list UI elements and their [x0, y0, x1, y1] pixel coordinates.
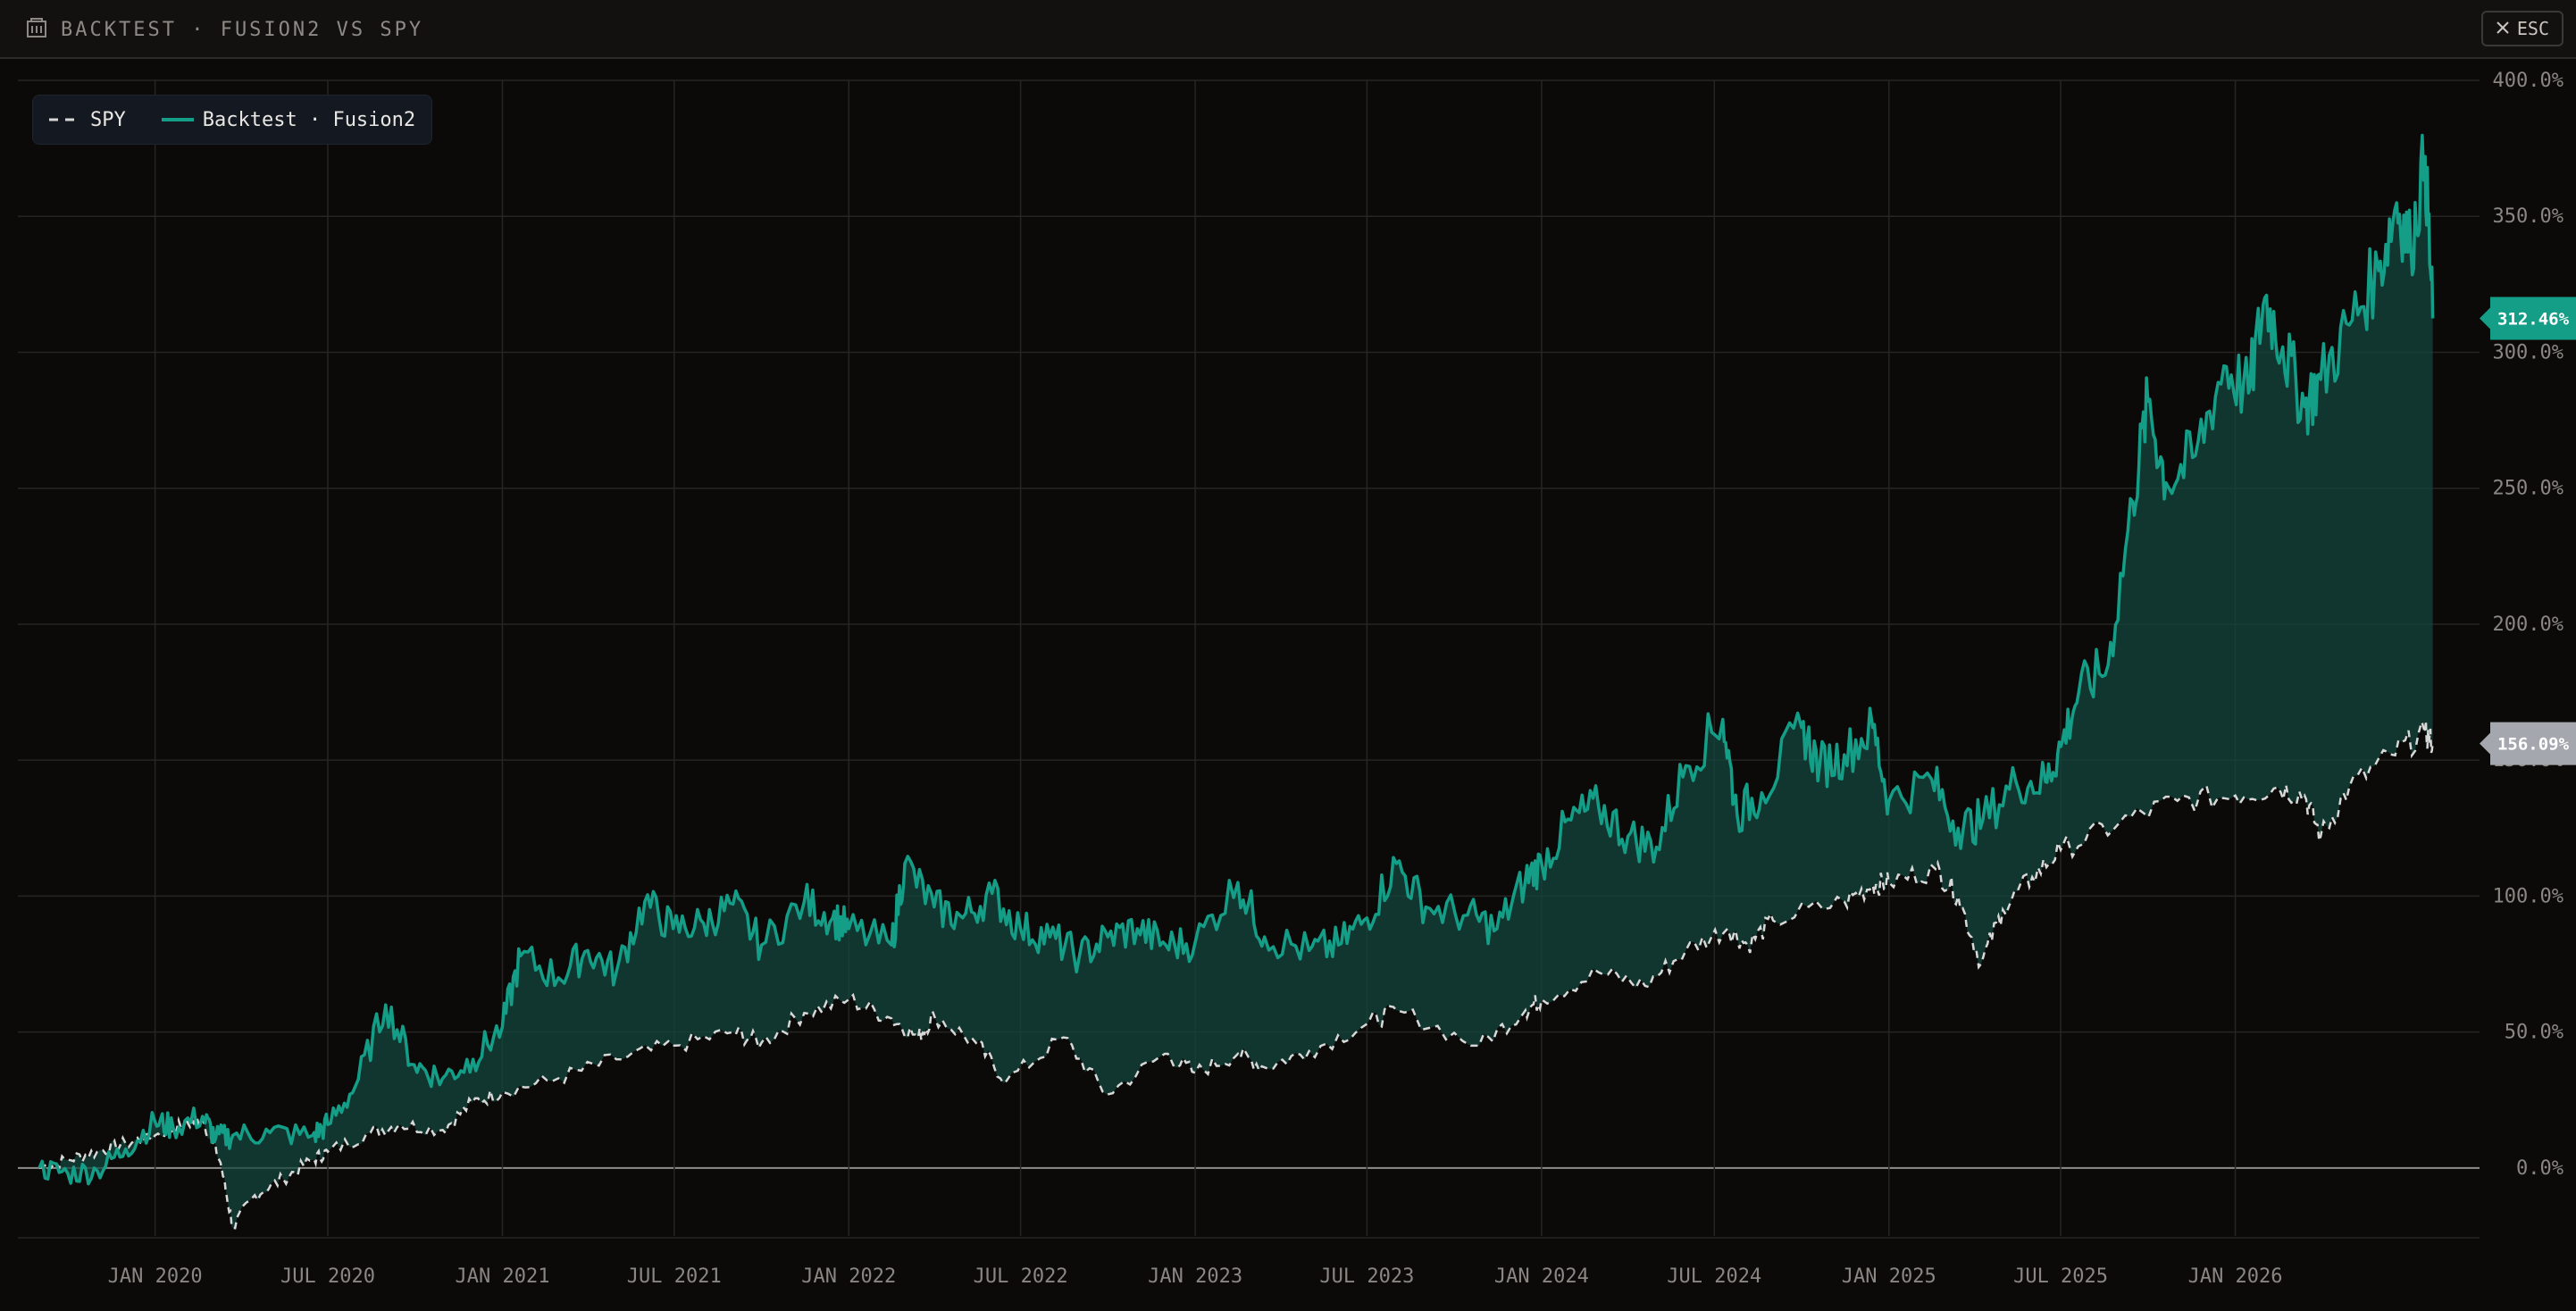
- legend-item-strategy[interactable]: Backtest · Fusion2: [161, 108, 416, 131]
- legend-label-strategy: Backtest · Fusion2: [202, 108, 416, 131]
- outperformance-area: [39, 135, 2433, 1229]
- x-tick-label: JUL 2025: [2013, 1265, 2108, 1288]
- y-tick-label: 0.0%: [2516, 1157, 2563, 1180]
- last-value-badge-spy: 156.09%: [2497, 735, 2570, 755]
- x-tick-label: JUL 2024: [1667, 1265, 1761, 1288]
- y-tick-label: 100.0%: [2493, 885, 2563, 907]
- y-tick-label: 50.0%: [2505, 1022, 2563, 1044]
- x-tick-label: JAN 2023: [1148, 1265, 1242, 1288]
- title-wrap: BACKTEST · FUSION2 VS SPY: [25, 0, 423, 59]
- x-tick-label: JAN 2021: [456, 1265, 550, 1288]
- legend-item-spy[interactable]: SPY: [49, 109, 126, 131]
- x-tick-label: JAN 2022: [801, 1265, 896, 1288]
- legend-swatch-strategy: [161, 118, 194, 121]
- esc-button[interactable]: ESC: [2480, 11, 2563, 46]
- y-tick-label: 250.0%: [2493, 478, 2563, 500]
- window-title: BACKTEST · FUSION2 VS SPY: [61, 18, 424, 41]
- x-tick-label: JUL 2023: [1319, 1265, 1414, 1288]
- backtest-window: BACKTEST · FUSION2 VS SPY ESC 0.0% 50.0% 1…: [0, 0, 2576, 1311]
- x-tick-label: JUL 2022: [974, 1265, 1068, 1288]
- chart-area: 0.0%50.0%100.0%150.0%200.0%250.0%300.0%3…: [18, 70, 2576, 1288]
- close-icon: [2496, 18, 2510, 39]
- x-tick-label: JAN 2020: [108, 1265, 203, 1288]
- x-tick-label: JUL 2020: [280, 1265, 375, 1288]
- esc-label: ESC: [2516, 18, 2549, 39]
- y-tick-label: 200.0%: [2493, 614, 2563, 636]
- chart-legend: SPY Backtest · Fusion2: [32, 95, 433, 145]
- x-tick-label: JAN 2024: [1494, 1265, 1589, 1288]
- y-tick-label: 300.0%: [2493, 341, 2563, 363]
- y-tick-label: 350.0%: [2493, 205, 2563, 228]
- building-icon: [25, 16, 48, 43]
- legend-label-spy: SPY: [90, 108, 126, 131]
- y-tick-label: 400.0%: [2493, 70, 2563, 92]
- last-value-badge-strategy: 312.46%: [2497, 310, 2570, 330]
- x-tick-label: JAN 2026: [2188, 1265, 2283, 1288]
- title-bar: BACKTEST · FUSION2 VS SPY ESC: [0, 0, 2576, 59]
- x-tick-label: JAN 2025: [1842, 1265, 1936, 1288]
- x-tick-label: JUL 2021: [627, 1265, 722, 1288]
- legend-swatch-spy: [49, 118, 81, 121]
